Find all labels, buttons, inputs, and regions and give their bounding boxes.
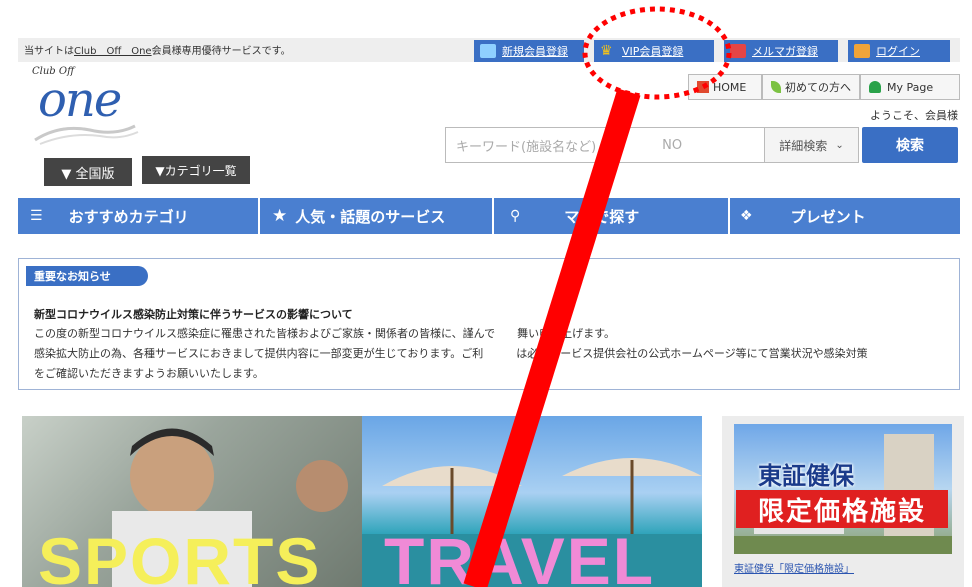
notice-tag: 重要なお知らせ — [26, 266, 148, 286]
side-promo-caption[interactable]: 東証健保「限定価格施設」 — [734, 560, 854, 575]
home-icon — [697, 81, 709, 93]
my-page-label: My Page — [887, 80, 934, 94]
new-member-link[interactable]: 新規会員登録 — [474, 40, 584, 62]
vip-member-link[interactable]: ♛ VIP会員登録 — [594, 40, 714, 62]
new-member-icon — [480, 44, 496, 58]
lock-icon — [854, 44, 870, 58]
first-time-label: 初めての方へ — [785, 81, 851, 94]
user-icon — [869, 81, 881, 93]
new-member-label: 新規会員登録 — [502, 45, 568, 58]
region-select-button[interactable]: ▼ 全国版 — [44, 158, 132, 186]
search-input[interactable]: キーワード(施設名など) NO — [445, 127, 765, 163]
home-label: HOME — [713, 80, 747, 94]
logo-big-text: one — [38, 72, 122, 128]
sports-banner[interactable]: SPORTS — [22, 416, 362, 587]
nav-divider — [492, 198, 494, 234]
sports-banner-text: SPORTS — [38, 524, 322, 587]
newsletter-link[interactable]: メルマガ登録 — [724, 40, 838, 62]
nav-divider — [258, 198, 260, 234]
site-logo[interactable]: Club Off one — [30, 66, 150, 148]
star-icon: ★ — [272, 206, 288, 226]
detail-search-select[interactable]: 詳細検索 ⌄ — [765, 127, 859, 163]
nav-present-label: プレゼント — [790, 207, 866, 226]
newsletter-label: メルマガ登録 — [752, 45, 818, 58]
travel-banner-text: TRAVEL — [384, 524, 656, 587]
nav-recommended-label: おすすめカテゴリ — [68, 207, 189, 226]
welcome-text: ようこそ、会員様 — [870, 109, 958, 122]
nav-map-label: マ で探す — [564, 207, 640, 226]
notice-title: 新型コロナウイルス感染防止対策に伴うサービスの影響について — [34, 308, 353, 321]
nav-recommended[interactable]: ☰ おすすめカテゴリ — [30, 198, 258, 234]
notice-line: をご確認いただきますようお願いいたします。 — [34, 367, 264, 380]
gift-icon: ❖ — [740, 208, 753, 224]
my-page-button[interactable]: My Page — [860, 74, 960, 100]
category-list-button[interactable]: ▼カテゴリ一覧 — [142, 156, 250, 184]
mail-icon — [730, 44, 746, 58]
nav-present[interactable]: ❖ プレゼント — [740, 198, 960, 234]
chevron-down-icon: ⌄ — [835, 139, 844, 151]
nav-divider — [728, 198, 730, 234]
notice-line: 感染拡大防止の為、各種サービスにおきまして提供内容に一部変更が生じております。ご… — [34, 347, 868, 360]
side-promo-subtitle: 限定価格施設 — [736, 490, 948, 528]
detail-search-label: 詳細検索 — [779, 138, 828, 153]
nav-map[interactable]: ⚲ マ で探す — [510, 198, 728, 234]
nav-popular[interactable]: ★ 人気・話題のサービス — [272, 198, 492, 234]
first-time-button[interactable]: 初めての方へ — [762, 74, 860, 100]
map-pin-icon: ⚲ — [510, 208, 521, 224]
vip-member-label: VIP会員登録 — [622, 45, 684, 58]
home-button[interactable]: HOME — [688, 74, 762, 100]
leaf-icon — [771, 81, 781, 93]
search-placeholder-tail: NO — [662, 137, 683, 153]
site-note-link[interactable]: Club Off One — [74, 46, 152, 57]
login-link[interactable]: ログイン — [848, 40, 950, 62]
travel-banner[interactable]: TRAVEL — [362, 416, 702, 587]
side-promo-title: 東証健保 — [758, 462, 854, 490]
search-placeholder: キーワード(施設名など) — [456, 139, 597, 155]
logo-swish-icon — [34, 124, 139, 145]
list-icon: ☰ — [30, 208, 43, 224]
notice-line: この度の新型コロナウイルス感染症に罹患された皆様およびご家族・関係者の皆様に、謹… — [34, 327, 616, 340]
site-note: 当サイトはClub Off One会員様専用優待サービスです。 — [24, 42, 291, 57]
login-label: ログイン — [876, 45, 920, 58]
nav-popular-label: 人気・話題のサービス — [295, 207, 446, 226]
site-note-prefix: 当サイトは — [24, 46, 74, 57]
search-button[interactable]: 検索 — [862, 127, 958, 163]
crown-icon: ♛ — [600, 43, 613, 59]
site-note-suffix: 会員様専用優待サービスです。 — [151, 46, 291, 57]
